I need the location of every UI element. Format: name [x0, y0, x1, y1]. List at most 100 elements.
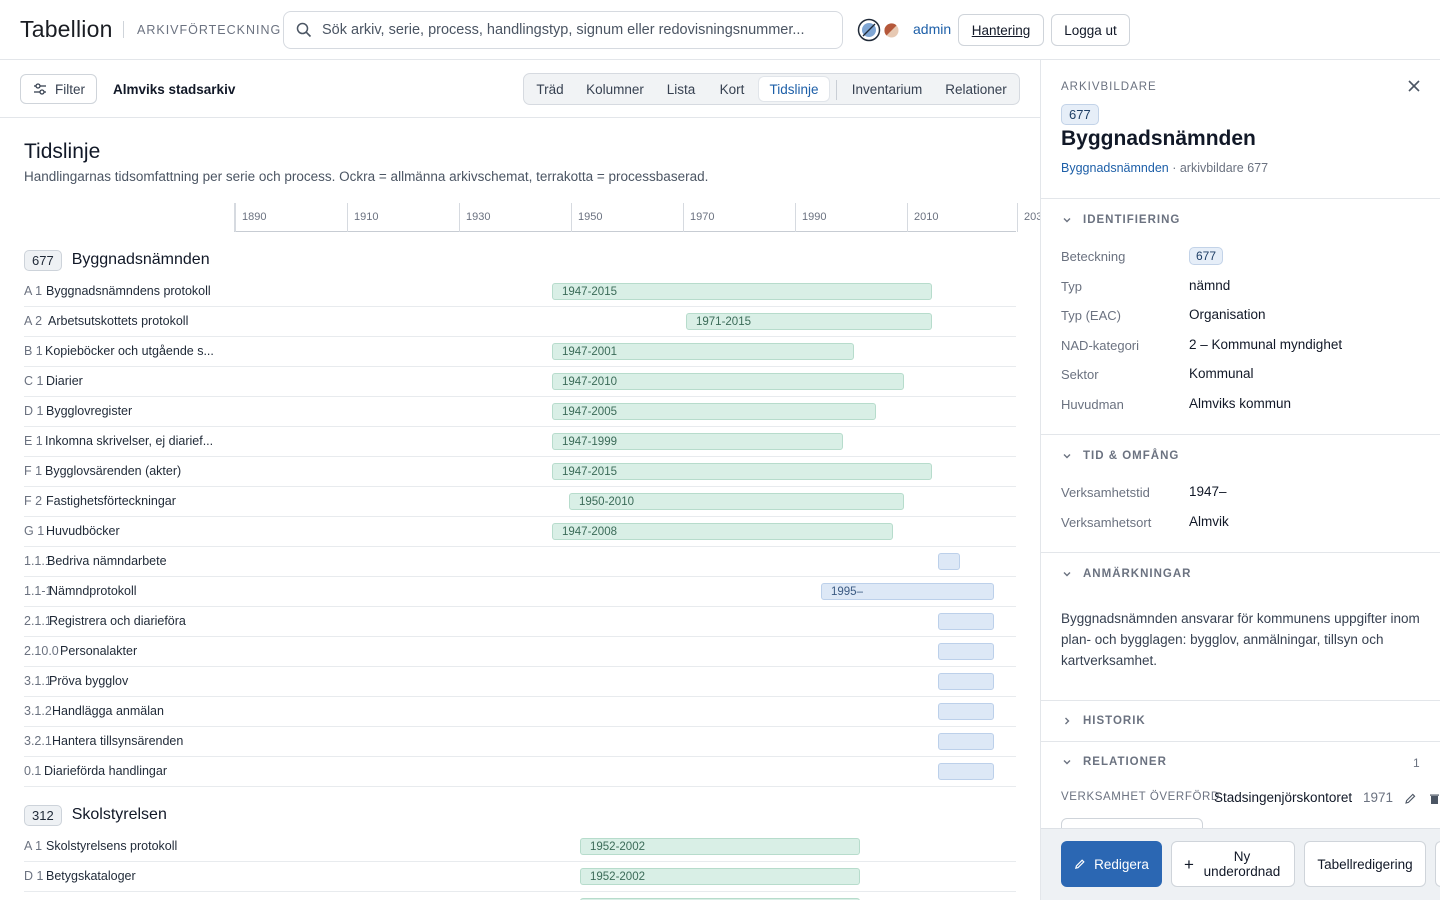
edit-button-label: Redigera [1094, 856, 1149, 872]
timeline-bar[interactable] [938, 763, 994, 780]
timeline-row[interactable]: 1.1-1 Nämndprotokoll 1995– [24, 577, 1016, 607]
new-child-button[interactable]: + Ny underordnad [1171, 841, 1295, 887]
edit-button[interactable]: Redigera [1061, 841, 1162, 887]
row-label: Bygglovregister [46, 404, 133, 418]
timeline-bar[interactable]: 1947-2001 [552, 343, 854, 360]
section-header[interactable]: HISTORIK [1061, 711, 1146, 731]
timeline-row[interactable]: 1.1.1 Bedriva nämndarbete [24, 547, 1016, 577]
timeline-row[interactable]: D 1 Betygskataloger 1952-2002 [24, 862, 1016, 892]
row-label: Pröva bygglov [49, 674, 129, 688]
color-scheme-icon[interactable] [884, 23, 899, 38]
timeline-row[interactable]: A 1 Byggnadsnämndens protokoll 1947-2015 [24, 277, 1016, 307]
chevron-down-icon [1063, 760, 1071, 765]
timeline-bar[interactable]: 1995– [821, 583, 994, 600]
timeline-bar[interactable] [938, 673, 994, 690]
search-input[interactable] [322, 12, 832, 48]
row-code: D 1 [24, 404, 44, 418]
edit-icon[interactable] [1404, 792, 1417, 805]
tab-relationer[interactable]: Relationer [938, 77, 1014, 101]
timeline-bar[interactable]: 1950-2010 [569, 493, 904, 510]
panel-badge: 677 [1061, 104, 1099, 125]
section-header[interactable]: ANMÄRKNINGAR [1061, 564, 1191, 584]
row-code: 3.2.1 [24, 734, 52, 748]
section-header[interactable]: TID & OMFÅNG [1061, 446, 1179, 466]
timeline-bar[interactable]: 1947-2005 [552, 403, 876, 420]
row-label: Betygskataloger [46, 869, 136, 883]
timeline-row[interactable]: F 1 Bygglovsärenden (akter) 1947-2015 [24, 457, 1016, 487]
table-edit-button[interactable]: Tabellredigering [1304, 841, 1426, 887]
chevron-down-icon [1063, 218, 1071, 223]
timeline-bar[interactable]: 1971-2015 [686, 313, 932, 330]
field-value: 2 – Kommunal myndighet [1189, 337, 1343, 352]
group-header[interactable]: 677 Byggnadsnämnden [24, 248, 210, 272]
row-label: Inkomna skrivelser, ej diarief... [45, 434, 214, 448]
timeline-row[interactable]: 3.1.1 Pröva bygglov [24, 667, 1016, 697]
timeline-bar[interactable] [938, 613, 994, 630]
timeline-row[interactable]: 2.1.1 Registrera och diarieföra [24, 607, 1016, 637]
timeline-row[interactable]: 2.10.0 Personalakter [24, 637, 1016, 667]
trash-icon[interactable] [1428, 792, 1440, 805]
group-header[interactable]: 312 Skolstyrelsen [24, 803, 167, 827]
tab-kort[interactable]: Kort [709, 77, 755, 101]
timeline-row[interactable]: B 1 Kopieböcker och utgående s... 1947-2… [24, 337, 1016, 367]
timeline-row[interactable]: F 2 Fastighetsförteckningar 1950-2010 [24, 487, 1016, 517]
row-label: Diarieförda handlingar [44, 764, 167, 778]
search-box[interactable] [283, 11, 843, 49]
timeline-row[interactable] [24, 892, 1016, 900]
timeline-row[interactable]: 0.1 Diarieförda handlingar [24, 757, 1016, 787]
close-icon[interactable] [1407, 79, 1421, 93]
panel-footer: Redigera + Ny underordnad Tabellredigeri… [1041, 828, 1440, 900]
field-label: Verksamhetsort [1061, 515, 1152, 530]
tab-inventarium[interactable]: Inventarium [844, 77, 930, 101]
timeline-row[interactable]: D 1 Bygglovregister 1947-2005 [24, 397, 1016, 427]
breadcrumb-link[interactable]: Byggnadsnämnden [1061, 161, 1169, 175]
row-label: Personalakter [60, 644, 138, 658]
axis-tick: 1950 [571, 203, 602, 232]
chevron-down-icon [1063, 572, 1071, 577]
section-header[interactable]: IDENTIFIERING [1061, 210, 1180, 230]
row-code: F 1 [24, 464, 43, 478]
timeline-row[interactable]: 3.1.2 Handlägga anmälan [24, 697, 1016, 727]
axis-tick: 2030 [1017, 203, 1040, 232]
filter-button[interactable]: Filter [20, 74, 97, 104]
row-label: Huvudböcker [46, 524, 120, 538]
timeline-row[interactable]: G 1 Huvudböcker 1947-2008 [24, 517, 1016, 547]
timeline-bar[interactable] [938, 733, 994, 750]
logout-button[interactable]: Logga ut [1051, 14, 1130, 46]
theme-toggle-icon[interactable] [857, 18, 881, 42]
hantering-button[interactable]: Hantering [958, 14, 1044, 46]
filter-label: Filter [55, 81, 85, 97]
timeline-bar[interactable] [938, 703, 994, 720]
app-logo[interactable]: Tabellion [20, 16, 113, 43]
section-anmarkningar: ANMÄRKNINGAR Byggnadsnämnden ansvarar fö… [1041, 552, 1440, 700]
timeline-row[interactable]: A 1 Skolstyrelsens protokoll 1952-2002 [24, 832, 1016, 862]
relation-target[interactable]: Stadsingenjörskontoret [1214, 790, 1352, 805]
timeline-bar[interactable]: 1952-2002 [580, 868, 860, 885]
user-name[interactable]: admin [913, 21, 951, 37]
timeline-bar[interactable]: 1947-1999 [552, 433, 843, 450]
timeline-row[interactable]: E 1 Inkomna skrivelser, ej diarief... 19… [24, 427, 1016, 457]
panel-kicker: ARKIVBILDARE [1061, 81, 1157, 93]
tab-lista[interactable]: Lista [657, 77, 705, 101]
view-toolbar: Filter Almviks stadsarkiv Träd Kolumner … [0, 60, 1040, 118]
tab-tidslinje[interactable]: Tidslinje [759, 77, 829, 101]
timeline-bar[interactable] [938, 553, 960, 570]
tab-trad[interactable]: Träd [527, 77, 573, 101]
field-value: nämnd [1189, 278, 1231, 293]
timeline-bar[interactable]: 1952-2002 [580, 838, 860, 855]
timeline-bar[interactable]: 1947-2015 [552, 283, 932, 300]
timeline-row[interactable]: C 1 Diarier 1947-2010 [24, 367, 1016, 397]
timeline-bar[interactable]: 1947-2008 [552, 523, 893, 540]
timeline-axis: 1890 1910 1930 1950 1970 1990 2010 2030 [234, 203, 1040, 232]
timeline-bar[interactable]: 1947-2010 [552, 373, 904, 390]
section-header[interactable]: RELATIONER [1061, 752, 1167, 772]
timeline-bar[interactable] [938, 643, 994, 660]
field-value: 1947– [1189, 484, 1227, 499]
plus-icon: + [1184, 854, 1194, 874]
timeline-bar[interactable]: 1947-2015 [552, 463, 932, 480]
more-button[interactable] [1435, 841, 1440, 887]
timeline-row[interactable]: A 2 Arbetsutskottets protokoll 1971-2015 [24, 307, 1016, 337]
tab-kolumner[interactable]: Kolumner [577, 77, 653, 101]
search-icon [296, 22, 312, 38]
timeline-row[interactable]: 3.2.1 Hantera tillsynsärenden [24, 727, 1016, 757]
